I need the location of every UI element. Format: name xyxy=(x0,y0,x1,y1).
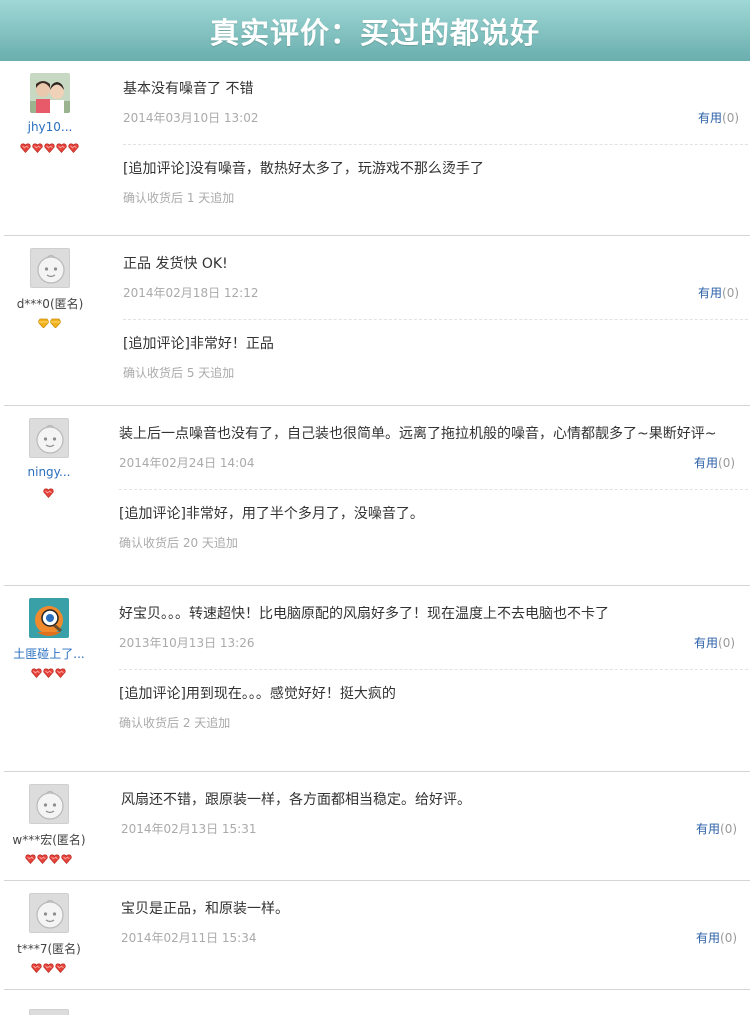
banner-title: 真实评价：买过的都说好 xyxy=(209,15,540,50)
useful-button[interactable]: 有用 xyxy=(698,286,722,300)
reviewer-name: d***0(匿名) xyxy=(16,297,84,311)
review-item: d***0(匿名) 正品 发货快 OK! 2014年02月18日 12:12 有用(0… xyxy=(0,236,750,406)
append-divider xyxy=(119,669,748,670)
append-review-note: 确认收货后 1 天追加 xyxy=(123,191,235,205)
cartoon-avatar[interactable] xyxy=(29,598,69,638)
heart-rank-icon xyxy=(43,958,54,973)
useful-count: (0) xyxy=(720,931,738,945)
heart-rank-icon xyxy=(61,849,72,864)
default-avatar[interactable] xyxy=(29,1009,69,1015)
useful-vote[interactable]: 有用(0) xyxy=(694,634,735,651)
heart-rank-icon xyxy=(31,663,42,678)
default-avatar[interactable] xyxy=(29,893,69,933)
heart-rank-icon xyxy=(37,849,48,864)
append-review-text: [追加评论]非常好！正品 xyxy=(123,336,274,352)
append-review-text: [追加评论]没有噪音，散热好太多了，玩游戏不那么烫手了 xyxy=(123,161,484,177)
review-banner: 真实评价：买过的都说好 xyxy=(0,0,750,61)
default-avatar[interactable] xyxy=(29,418,69,458)
review-date: 2014年03月10日 13:02 xyxy=(123,111,259,125)
review-date: 2014年02月18日 12:12 xyxy=(123,286,259,300)
review-text: 好宝贝。。。转速超快！比电脑原配的风扇好多了！现在温度上不去电脑也不卡了 xyxy=(119,606,609,622)
review-divider xyxy=(4,989,750,990)
review-item: ningy... 装上后一点噪音也没有了，自己装也很简单。远离了拖拉机般的噪音，心… xyxy=(0,406,750,586)
heart-rank-icon xyxy=(25,849,36,864)
heart-rank-icon xyxy=(49,849,60,864)
useful-button[interactable]: 有用 xyxy=(696,931,720,945)
heart-rank-icon xyxy=(20,138,31,153)
buyer-rank-badge xyxy=(31,958,66,973)
append-review-note: 确认收货后 20 天追加 xyxy=(119,536,238,550)
review-text: 装上后一点噪音也没有了，自己装也很简单。远离了拖拉机般的噪音，心情都靓多了~果断… xyxy=(119,426,717,442)
append-review-note: 确认收货后 2 天追加 xyxy=(119,716,231,730)
heart-rank-icon xyxy=(55,663,66,678)
append-review-text: [追加评论]非常好，用了半个多月了，没噪音了。 xyxy=(119,506,424,522)
heart-rank-icon xyxy=(43,663,54,678)
diamond-rank-icon xyxy=(37,313,50,329)
review-text: 风扇还不错，跟原装一样，各方面都相当稳定。给好评。 xyxy=(121,792,471,808)
useful-vote[interactable]: 有用(0) xyxy=(696,929,737,946)
review-date: 2014年02月11日 15:34 xyxy=(121,931,257,945)
heart-rank-icon xyxy=(55,958,66,973)
useful-vote[interactable]: 有用(0) xyxy=(698,109,739,126)
default-avatar[interactable] xyxy=(29,784,69,824)
useful-count: (0) xyxy=(722,111,740,125)
review-date: 2014年02月24日 14:04 xyxy=(119,456,255,470)
heart-rank-icon xyxy=(43,483,54,498)
buyer-rank-badge xyxy=(37,313,62,329)
buyer-rank-badge xyxy=(31,663,66,678)
reviewer-name[interactable]: jhy10... xyxy=(0,120,100,134)
useful-vote[interactable]: 有用(0) xyxy=(696,820,737,837)
useful-vote[interactable]: 有用(0) xyxy=(694,454,735,471)
useful-button[interactable]: 有用 xyxy=(694,456,718,470)
photo-avatar[interactable] xyxy=(30,73,70,113)
useful-count: (0) xyxy=(718,636,736,650)
buyer-rank-badge xyxy=(43,483,54,498)
append-divider xyxy=(119,489,748,490)
buyer-rank-badge xyxy=(20,138,79,153)
useful-count: (0) xyxy=(718,456,736,470)
heart-rank-icon xyxy=(31,958,42,973)
heart-rank-icon xyxy=(44,138,55,153)
append-divider xyxy=(123,319,748,320)
useful-button[interactable]: 有用 xyxy=(694,636,718,650)
review-item: t***7(匿名) 宝贝是正品，和原装一样。 2014年02月11日 15:34 有用… xyxy=(0,881,750,990)
useful-count: (0) xyxy=(720,822,738,836)
diamond-rank-icon xyxy=(49,313,62,329)
review-item: jhy10... 基本没有噪音了 不错 2014年03月10日 13:02 有用(0)… xyxy=(0,61,750,236)
buyer-rank-badge xyxy=(25,849,72,864)
append-divider xyxy=(123,144,748,145)
heart-rank-icon xyxy=(32,138,43,153)
useful-vote[interactable]: 有用(0) xyxy=(698,284,739,301)
append-review-text: [追加评论]用到现在。。。感觉好好！挺大疯的 xyxy=(119,686,396,702)
append-review-note: 确认收货后 5 天追加 xyxy=(123,366,235,380)
useful-button[interactable]: 有用 xyxy=(698,111,722,125)
useful-button[interactable]: 有用 xyxy=(696,822,720,836)
review-item: 土匪碰上了... 好宝贝。。。转速超快！比电脑原配的风扇好多了！现在温度上不去电脑… xyxy=(0,586,750,772)
review-date: 2013年10月13日 13:26 xyxy=(119,636,255,650)
default-avatar[interactable] xyxy=(30,248,70,288)
review-item: w***宏(匿名) 风扇还不错，跟原装一样，各方面都相当稳定。给好评。 2014年0… xyxy=(0,772,750,881)
review-text: 宝贝是正品，和原装一样。 xyxy=(121,901,289,917)
heart-rank-icon xyxy=(68,138,79,153)
useful-count: (0) xyxy=(722,286,740,300)
review-date: 2014年02月13日 15:31 xyxy=(121,822,257,836)
reviewer-name[interactable]: 土匪碰上了... xyxy=(0,645,99,662)
review-text: 正品 发货快 OK! xyxy=(123,256,228,272)
reviewer-name: t***7(匿名) xyxy=(17,942,81,956)
heart-rank-icon xyxy=(56,138,67,153)
reviewer-name: w***宏(匿名) xyxy=(12,833,86,847)
reviewer-name[interactable]: ningy... xyxy=(0,465,99,479)
review-text: 基本没有噪音了 不错 xyxy=(123,81,254,97)
